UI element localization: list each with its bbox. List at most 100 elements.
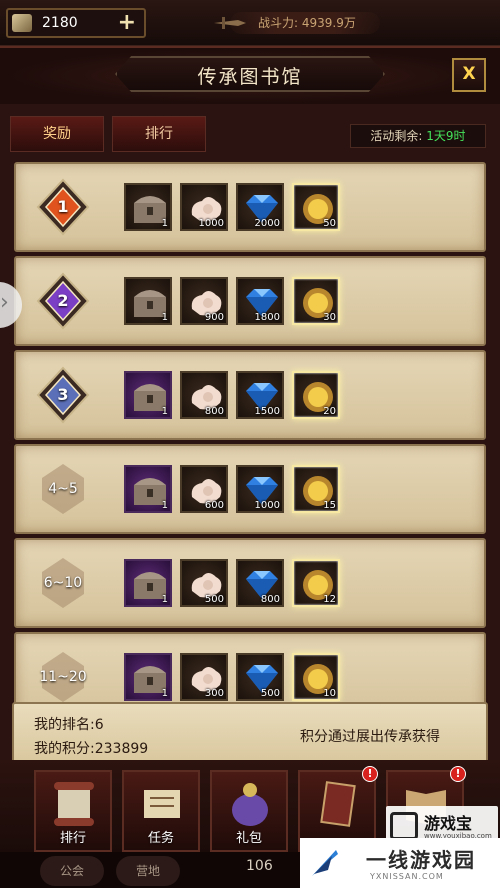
window-title: 传承图书馆 [197,66,303,88]
item-quantity: 1 [161,312,168,323]
reward-item[interactable]: 30 [292,277,340,325]
quest-scroll-icon [144,790,180,818]
rank-label: 2 [57,291,69,310]
item-quantity: 1800 [254,312,280,323]
reward-item[interactable]: 1000 [180,183,228,231]
item-quantity: 900 [204,312,224,323]
reward-item[interactable]: 800 [236,559,284,607]
item-quantity: 1000 [254,500,280,511]
item-quantity: 1 [161,500,168,511]
tab-bar: 奖励 排行 活动剩余: 1天9时 [10,110,490,158]
reward-item[interactable]: 1800 [236,277,284,325]
reward-item[interactable]: 300 [180,653,228,701]
rank-badge: 1 [34,176,92,238]
rank-label: 1 [57,197,69,216]
rank-badge: 4~5 [34,458,92,520]
reward-item[interactable]: 500 [236,653,284,701]
combat-power-text: 战斗力: 4939.9万 [258,16,356,30]
item-quantity: 1 [161,218,168,229]
item-quantity: 50 [323,218,336,229]
reward-item[interactable]: 1 [124,371,172,419]
alert-badge-icon: ! [450,766,466,782]
item-quantity: 2000 [254,218,280,229]
chevron-right-icon: › [0,290,9,315]
reward-item[interactable]: 800 [180,371,228,419]
reward-item[interactable]: 900 [180,277,228,325]
item-quantity: 15 [323,500,336,511]
reward-row: 3 1 800 1500 20 [14,350,486,440]
reward-item[interactable]: 15 [292,465,340,513]
item-quantity: 800 [260,594,280,605]
library-window: 传承图书馆 X 奖励 排行 活动剩余: 1天9时 1 1 1000 2000 50 2 1 9… [0,46,500,806]
tab-rewards[interactable]: 奖励 [10,116,104,152]
reward-row: 4~5 1 600 1000 15 [14,444,486,534]
reward-item[interactable]: 2000 [236,183,284,231]
nav-ranking-button[interactable]: 排行 [34,770,112,852]
sword-icon [214,17,246,29]
camp-button[interactable]: 营地 [116,856,180,886]
rank-badge: 3 [34,364,92,426]
tab-ranking[interactable]: 排行 [112,116,206,152]
item-quantity: 1500 [254,406,280,417]
nav-gift-label: 礼包 [235,831,262,846]
currency-box: 2180 + [6,8,146,38]
title-bar: 传承图书馆 X [0,48,500,104]
item-quantity: 10 [323,688,336,699]
currency-value: 2180 [42,15,78,31]
diamond-icon [12,14,32,32]
reward-item[interactable]: 500 [180,559,228,607]
card-icon [320,781,356,827]
reward-item[interactable]: 1 [124,183,172,231]
reward-item[interactable]: 600 [180,465,228,513]
timer-label: 活动剩余: [370,129,427,143]
reward-item[interactable]: 1 [124,465,172,513]
reward-item[interactable]: 50 [292,183,340,231]
nav-gift-button[interactable]: 礼包 [210,770,288,852]
timer-value: 1天9时 [426,129,466,143]
reward-item[interactable]: 1500 [236,371,284,419]
reward-item[interactable]: 20 [292,371,340,419]
guild-button[interactable]: 公会 [40,856,104,886]
reward-item[interactable]: 1 [124,559,172,607]
item-quantity: 1 [161,688,168,699]
tv-logo-icon [390,812,418,840]
item-quantity: 1 [161,406,168,417]
title-plate: 传承图书馆 [115,56,385,92]
add-currency-button[interactable]: + [118,10,136,35]
nav-task-button[interactable]: 任务 [122,770,200,852]
scroll-icon [54,782,94,826]
reward-row: 1 1 1000 2000 50 [14,162,486,252]
reward-item[interactable]: 1000 [236,465,284,513]
nav-task-label: 任务 [147,831,174,846]
item-quantity: 1 [161,594,168,605]
reward-item[interactable]: 12 [292,559,340,607]
top-status-bar: 2180 + 战斗力: 4939.9万 [0,0,500,46]
my-rank-panel: 我的排名:6 我的积分:233899 积分通过展出传承获得 [12,702,488,766]
feather-logo-icon [312,850,338,876]
reward-row: 2 1 900 1800 30 [14,256,486,346]
rank-badge: 6~10 [34,552,92,614]
nav-ranking-label: 排行 [59,831,86,846]
rank-badge: 11~20 [34,646,92,708]
item-quantity: 30 [323,312,336,323]
item-quantity: 600 [204,500,224,511]
score-tip-text: 积分通过展出传承获得 [300,729,440,745]
reward-item[interactable]: 10 [292,653,340,701]
gift-bag-icon [232,783,268,826]
reward-item[interactable]: 1 [124,653,172,701]
rank-label: 3 [57,385,69,404]
reward-row: 6~10 1 500 800 12 [14,538,486,628]
watermark-yixian: 一线游戏园 YXNISSAN.COM [300,838,500,888]
item-quantity: 20 [323,406,336,417]
item-quantity: 500 [260,688,280,699]
alert-badge-icon: ! [362,766,378,782]
reward-list[interactable]: 1 1 1000 2000 50 2 1 900 1800 30 3 1 800 1500 20 4~5 1 60… [14,160,486,748]
rank-label: 11~20 [39,669,87,685]
my-rank-text: 我的排名:6 [34,717,104,733]
close-button[interactable]: X [452,58,486,92]
rank-badge: 2 [34,270,92,332]
item-quantity: 12 [323,594,336,605]
reward-item[interactable]: 1 [124,277,172,325]
item-quantity: 500 [204,594,224,605]
item-quantity: 800 [204,406,224,417]
